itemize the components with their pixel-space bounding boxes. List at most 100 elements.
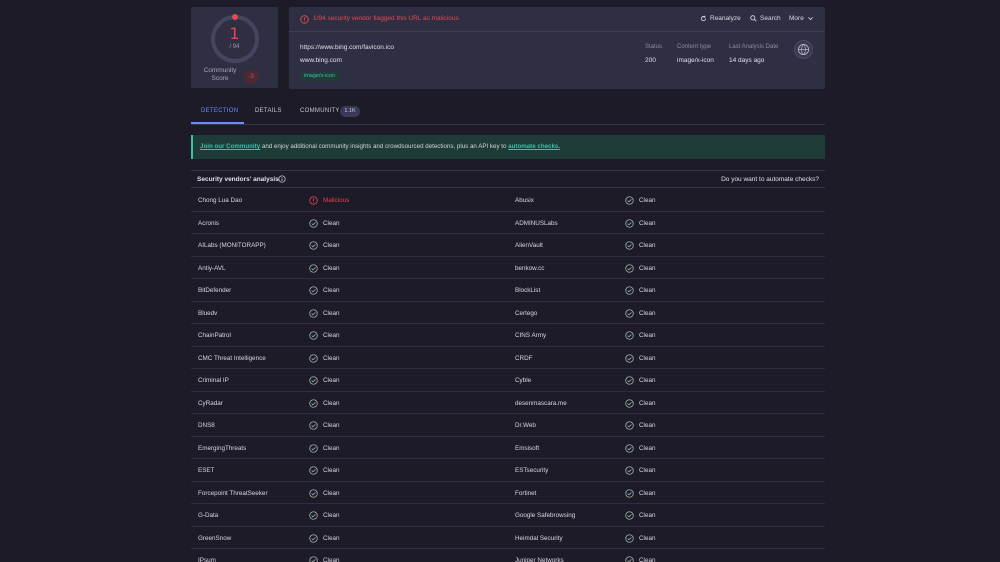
vendor-result-label: Clean (639, 557, 656, 562)
vendor-result: Clean (309, 511, 339, 520)
check-circle-icon (309, 263, 318, 273)
check-circle-icon (309, 421, 318, 430)
vendor-row: Chong Lua Dao Malicious Abusix Clean (191, 189, 825, 212)
search-button[interactable]: Search (750, 15, 781, 22)
vendor-result: Clean (625, 331, 655, 340)
vendor-row: Criminal IP Clean Cyble Clean (191, 369, 825, 392)
vendor-result: Clean (625, 466, 655, 475)
vendor-result-label: Clean (323, 489, 340, 497)
check-circle-icon (309, 331, 318, 340)
automate-checks-link[interactable]: automate checks. (508, 143, 560, 150)
vendor-name: Chong Lua Dao (198, 197, 243, 204)
vendor-result-label: Clean (639, 534, 656, 542)
vendor-name: EmergingThreats (198, 444, 247, 452)
reanalyze-button[interactable]: Reanalyze (700, 15, 741, 22)
more-label: More (789, 15, 804, 22)
vendor-result-label: Clean (639, 197, 656, 204)
alert-bar: 1/94 security vendor flagged this URL as… (289, 7, 825, 32)
vendor-result-label: Clean (323, 422, 340, 429)
check-circle-icon (625, 488, 634, 498)
vendor-name: desenmascara.me (515, 399, 567, 407)
check-circle-icon (625, 466, 634, 475)
check-circle-icon (309, 466, 318, 475)
vendor-name: benkow.cc (515, 264, 545, 272)
chevron-down-icon (807, 17, 813, 21)
vendor-name: CINS Army (515, 332, 547, 339)
banner-message: and enjoy additional community insights … (260, 143, 509, 150)
vendor-name: BlockList (515, 287, 541, 294)
vendor-result: Clean (309, 556, 339, 562)
vendor-row: ChainPatrol Clean CINS Army Clean (191, 324, 825, 347)
vendor-name: ESTsecurity (515, 467, 549, 474)
vendor-result-label: Clean (323, 534, 340, 542)
vendor-row: ESET Clean ESTsecurity Clean (191, 459, 825, 482)
vendor-name: IPsum (198, 557, 216, 562)
vendors-title: Security vendors' analysis (197, 176, 279, 183)
check-circle-icon (625, 308, 634, 318)
url-host[interactable]: www.bing.com (300, 57, 342, 64)
vendor-name: CRDF (515, 354, 533, 362)
analyzed-url: https://www.bing.com/favicon.ico (300, 44, 394, 51)
vendor-row: Acronis Clean ADMINUSLabs Clean (191, 212, 825, 234)
vendor-name: Heimdal Security (515, 534, 563, 542)
banner-text: Join our Community and enjoy additional … (200, 143, 560, 150)
community-vote-badge[interactable]: -3 (243, 70, 259, 84)
check-circle-icon (625, 398, 634, 408)
status-label: Status (645, 44, 663, 50)
vendor-name: Emsisoft (515, 444, 540, 452)
join-community-link[interactable]: Join our Community (200, 143, 260, 150)
vendor-result: Clean (309, 488, 340, 498)
vendor-result-label: Malicious (323, 197, 350, 204)
vendor-result-label: Clean (323, 264, 340, 272)
vendor-result-label: Clean (639, 489, 656, 497)
check-circle-icon (309, 218, 318, 228)
tab-community[interactable]: COMMUNITY (300, 108, 340, 114)
refresh-icon (700, 15, 707, 22)
vendor-row: DNS8 Clean Dr.Web Clean (191, 414, 825, 437)
active-tab-indicator (191, 122, 244, 124)
vendors-header: Security vendors' analysis Do you want t… (191, 170, 825, 188)
check-circle-icon (625, 286, 634, 295)
more-menu-button[interactable]: More (789, 15, 814, 22)
vendor-name: ADMINUSLabs (515, 219, 558, 227)
check-circle-icon (625, 443, 634, 453)
check-circle-icon (309, 398, 318, 408)
vendor-result: Clean (625, 443, 655, 453)
alert-message: 1/94 security vendor flagged this URL as… (313, 15, 459, 22)
check-circle-icon (309, 488, 318, 498)
vendor-result-label: Clean (323, 512, 340, 519)
content-type-label: Content type (677, 44, 712, 50)
tab-details[interactable]: DETAILS (255, 108, 282, 114)
vendor-result-label: Clean (639, 309, 656, 317)
vendor-row: CyRadar Clean desenmascara.me Clean (191, 392, 825, 414)
vendor-result: Clean (625, 241, 655, 250)
vendor-name: DNS8 (198, 422, 215, 429)
vendor-name: BitDefender (198, 287, 232, 294)
automate-checks-prompt[interactable]: Do you want to automate checks? (721, 176, 819, 183)
check-circle-icon (625, 556, 634, 562)
search-icon (750, 15, 757, 22)
vendor-result: Clean (309, 263, 340, 273)
info-icon[interactable] (278, 175, 286, 183)
vendor-result: Clean (309, 331, 339, 340)
vendor-result: Clean (309, 421, 339, 430)
check-circle-icon (625, 533, 634, 543)
check-circle-icon (625, 196, 634, 205)
vendor-result: Clean (309, 218, 339, 228)
vendor-name: ESET (198, 467, 215, 474)
check-circle-icon (625, 331, 634, 340)
community-score-label: Community Score (203, 67, 237, 82)
vendor-name: CMC Threat Intelligence (198, 354, 266, 362)
vendor-result-label: Clean (323, 287, 340, 294)
vendor-result-label: Clean (323, 377, 340, 384)
check-circle-icon (625, 241, 634, 250)
status-value: 200 (645, 57, 656, 64)
vendor-result: Clean (625, 533, 656, 543)
vendor-name: Certego (515, 309, 538, 317)
last-analysis-value: 14 days ago (729, 57, 765, 64)
content-type-tag[interactable]: image/x-icon (300, 71, 340, 81)
tab-detection[interactable]: DETECTION (201, 108, 238, 114)
vendor-name: GreenSnow (198, 534, 232, 542)
vendor-row: IPsum Clean Juniper Networks Clean (191, 549, 825, 562)
detection-count: 1 (229, 24, 240, 43)
